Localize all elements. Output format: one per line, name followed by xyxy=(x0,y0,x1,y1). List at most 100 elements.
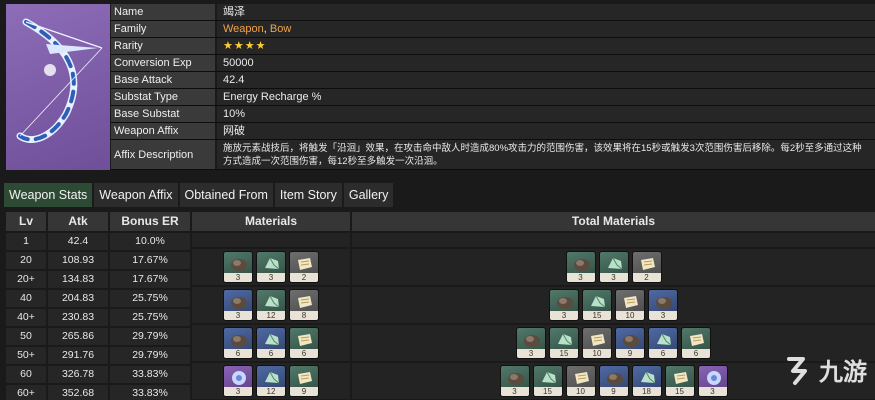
material-item[interactable]: 6 xyxy=(256,327,286,359)
cell-atk: 265.86 xyxy=(48,328,108,345)
material-item[interactable]: 9 xyxy=(289,365,319,397)
scroll-icon xyxy=(298,296,312,308)
material-item[interactable]: 3 xyxy=(223,365,253,397)
tab-bar: Weapon Stats Weapon Affix Obtained From … xyxy=(4,183,394,207)
material-item[interactable]: 9 xyxy=(598,365,629,397)
tab-obtained-from[interactable]: Obtained From xyxy=(179,183,273,207)
material-item[interactable]: 9 xyxy=(615,327,645,359)
material-item[interactable]: 18 xyxy=(631,365,662,397)
tab-weapon-affix[interactable]: Weapon Affix xyxy=(94,183,178,207)
cell-level: 40+ xyxy=(6,309,46,326)
material-item[interactable]: 3 xyxy=(648,289,678,321)
material-count: 3 xyxy=(224,311,252,320)
cell-atk: 230.83 xyxy=(48,309,108,326)
info-row-substat-type: Substat Type Energy Recharge % xyxy=(111,89,875,106)
material-item[interactable]: 6 xyxy=(648,327,678,359)
material-item[interactable]: 6 xyxy=(289,327,319,359)
bow-icon xyxy=(16,18,103,143)
info-key: Base Attack xyxy=(111,72,215,88)
table-row: 1 42.4 10.0% xyxy=(6,233,190,250)
material-count: 15 xyxy=(550,349,578,358)
header-lv: Lv xyxy=(6,212,46,231)
materials-column: 3 3 2 3 12 8 6 6 6 3 12 9 xyxy=(192,233,350,400)
material-item[interactable]: 10 xyxy=(582,327,612,359)
tab-item-story[interactable]: Item Story xyxy=(274,183,342,207)
material-item[interactable]: 15 xyxy=(532,365,563,397)
material-item[interactable]: 3 xyxy=(516,327,546,359)
material-item[interactable]: 15 xyxy=(582,289,612,321)
material-item[interactable]: 2 xyxy=(631,251,662,283)
weapon-info-table: Name 竭泽 Family Weapon, Bow Rarity ★★★★ C… xyxy=(111,4,875,170)
material-count: 10 xyxy=(616,311,644,320)
ore-icon xyxy=(541,371,556,384)
family-link-bow[interactable]: Bow xyxy=(270,23,291,35)
info-key: Name xyxy=(111,4,215,20)
material-item[interactable]: 10 xyxy=(615,289,645,321)
material-item[interactable]: 3 xyxy=(223,251,253,283)
material-count: 3 xyxy=(224,387,252,396)
info-value: 42.4 xyxy=(217,72,875,88)
material-count: 6 xyxy=(224,349,252,358)
tab-gallery[interactable]: Gallery xyxy=(343,183,394,207)
cell-level: 20 xyxy=(6,252,46,269)
cell-atk: 204.83 xyxy=(48,290,108,307)
material-item[interactable]: 6 xyxy=(681,327,711,359)
material-item[interactable]: 2 xyxy=(289,251,319,283)
table-row: 40+ 230.83 25.75% xyxy=(6,309,190,326)
table-row: 60+ 352.68 33.83% xyxy=(6,385,190,400)
fish-scale-icon xyxy=(623,335,639,347)
material-item[interactable]: 3 xyxy=(565,251,596,283)
material-count: 3 xyxy=(500,387,529,396)
material-count: 18 xyxy=(632,387,661,396)
cell-level: 1 xyxy=(6,233,46,250)
materials-cell: 666 xyxy=(192,325,350,361)
gem-icon xyxy=(232,371,246,385)
material-item[interactable]: 3 xyxy=(499,365,530,397)
material-item[interactable]: 6 xyxy=(223,327,253,359)
material-item[interactable]: 15 xyxy=(664,365,695,397)
ore-icon xyxy=(640,371,655,384)
cell-bonus-er: 33.83% xyxy=(110,366,190,383)
material-item[interactable]: 8 xyxy=(289,289,319,321)
material-item[interactable]: 3 xyxy=(223,289,253,321)
cell-level: 60 xyxy=(6,366,46,383)
materials-cell: 3 15 10 3 xyxy=(352,287,875,323)
cell-bonus-er: 29.79% xyxy=(110,347,190,364)
family-link-weapon[interactable]: Weapon xyxy=(223,23,264,35)
table-row: 60 326.78 33.83% xyxy=(6,366,190,383)
info-row-base-substat: Base Substat 10% xyxy=(111,106,875,123)
ore-icon xyxy=(607,257,622,270)
site-watermark: 九游 xyxy=(781,352,867,387)
scroll-icon xyxy=(574,372,589,384)
material-count: 6 xyxy=(682,349,710,358)
ore-icon xyxy=(558,333,573,346)
material-item[interactable]: 3 xyxy=(549,289,579,321)
material-item[interactable]: 10 xyxy=(565,365,596,397)
material-item[interactable]: 3 xyxy=(697,365,728,397)
cell-level: 50 xyxy=(6,328,46,345)
info-value: 竭泽 xyxy=(217,4,875,20)
material-item[interactable]: 3 xyxy=(256,251,286,283)
material-item[interactable]: 12 xyxy=(256,289,286,321)
table-row: 50 265.86 29.79% xyxy=(6,328,190,345)
table-row: 20+ 134.83 17.67% xyxy=(6,271,190,288)
ore-icon xyxy=(265,257,280,270)
info-row-affix: Weapon Affix 网破 xyxy=(111,123,875,140)
cell-atk: 291.76 xyxy=(48,347,108,364)
info-key: Weapon Affix xyxy=(111,123,215,139)
fish-scale-icon xyxy=(573,259,590,271)
info-key: Substat Type xyxy=(111,89,215,105)
material-item[interactable]: 15 xyxy=(549,327,579,359)
material-item[interactable]: 3 xyxy=(598,251,629,283)
cell-bonus-er: 25.75% xyxy=(110,309,190,326)
material-item[interactable]: 12 xyxy=(256,365,286,397)
header-bonus-er: Bonus ER xyxy=(110,212,190,231)
tab-weapon-stats[interactable]: Weapon Stats xyxy=(4,183,93,207)
table-header: Lv Atk Bonus ER Materials Total Material… xyxy=(6,212,875,231)
info-value: 50000 xyxy=(217,55,875,71)
rarity-stars: ★★★★ xyxy=(223,40,267,52)
fish-scale-icon xyxy=(231,297,247,309)
material-count: 15 xyxy=(665,387,694,396)
cell-atk: 108.93 xyxy=(48,252,108,269)
material-count: 3 xyxy=(224,273,252,282)
